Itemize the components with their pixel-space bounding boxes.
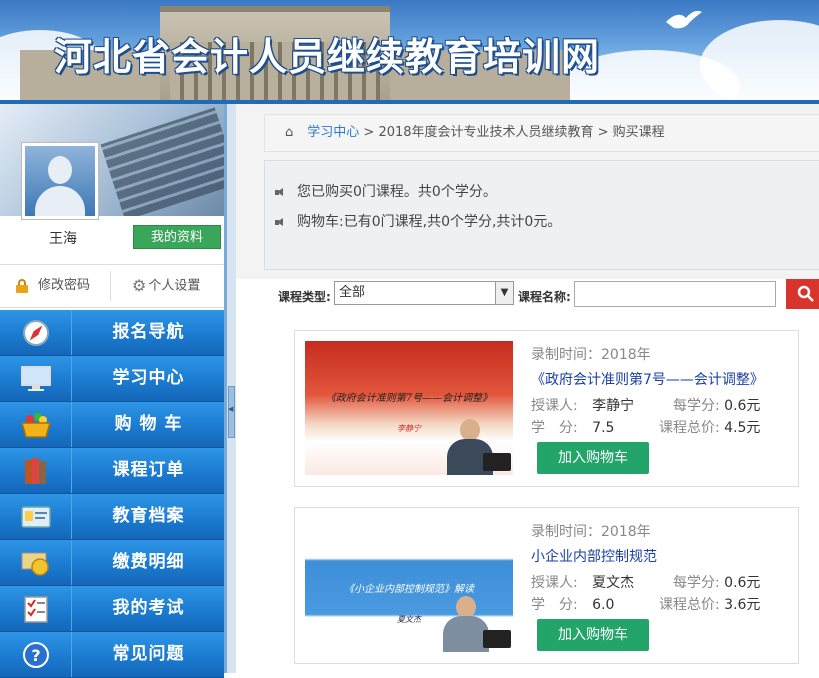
breadcrumb-current: > 2018年度会计专业技术人员继续教育 > 购买课程 — [359, 125, 665, 140]
teacher-row: 授课人: 夏文杰 每学分: 0.6元 — [531, 575, 761, 591]
sidebar-item-payment-details[interactable]: 缴费明细 — [0, 540, 224, 586]
compass-icon — [0, 310, 72, 355]
score-row: 学 分: 7.5 课程总价: 4.5元 — [531, 420, 761, 436]
sidebar-splitter — [224, 104, 236, 673]
sidebar-item-course-orders[interactable]: 课程订单 — [0, 448, 224, 494]
course-thumbnail[interactable]: 《小企业内部控制规范》解读 夏文杰 — [305, 518, 513, 652]
purchased-summary: 您已购买0门课程。共0个学分。 — [275, 181, 497, 201]
account-links: 修改密码 ⚙ 个人设置 — [0, 264, 224, 308]
home-icon[interactable]: ⌂ — [285, 125, 293, 140]
sidebar-menu: 报名导航 学习中心 购 物 车 课程订单 教育档案 缴费明细 我的考试 ? 常见… — [0, 310, 224, 678]
money-icon — [0, 540, 72, 585]
course-name-input[interactable] — [574, 281, 776, 307]
sidebar: 王海 我的资料 修改密码 ⚙ 个人设置 报名导航 学习中心 购 物 车 课程订单… — [0, 104, 224, 678]
dove-icon — [666, 10, 702, 29]
cart-summary: 购物车:已有0门课程,共0个学分,共计0元。 — [275, 211, 561, 231]
speaker-icon — [275, 217, 285, 227]
avatar — [21, 142, 99, 220]
my-profile-button[interactable]: 我的资料 — [133, 225, 221, 249]
id-card-icon — [0, 494, 72, 539]
main-content: ⌂ 学习中心 > 2018年度会计专业技术人员继续教育 > 购买课程 您已购买0门… — [236, 104, 819, 673]
chevron-down-icon: ▼ — [495, 282, 513, 304]
sidebar-item-shopping-cart[interactable]: 购 物 车 — [0, 402, 224, 448]
sidebar-item-education-records[interactable]: 教育档案 — [0, 494, 224, 540]
exam-checklist-icon — [0, 586, 72, 631]
record-time: 录制时间：2018年 — [531, 524, 651, 540]
search-button[interactable] — [786, 279, 819, 309]
course-type-label: 课程类型: — [278, 290, 331, 304]
speaker-icon — [275, 187, 285, 197]
add-to-cart-button[interactable]: 加入购物车 — [537, 619, 649, 651]
sidebar-item-registration-guide[interactable]: 报名导航 — [0, 310, 224, 356]
gear-icon: ⚙ — [132, 276, 147, 295]
course-name-label: 课程名称: — [518, 290, 571, 304]
sidebar-item-learning-center[interactable]: 学习中心 — [0, 356, 224, 402]
collapse-sidebar-handle[interactable] — [228, 386, 235, 438]
site-title: 河北省会计人员继续教育培训网 — [54, 34, 601, 79]
breadcrumb: ⌂ 学习中心 > 2018年度会计专业技术人员继续教育 > 购买课程 — [264, 114, 819, 152]
course-type-select[interactable]: 全部 ▼ — [334, 281, 514, 305]
course-filter: 课程类型: 全部 ▼ 课程名称: — [236, 279, 819, 313]
user-name: 王海 — [49, 231, 77, 247]
breadcrumb-learning-center[interactable]: 学习中心 — [307, 125, 359, 140]
course-list: 《政府会计准则第7号——会计调整》 李静宁 录制时间：2018年 《政府会计准则… — [236, 313, 819, 673]
search-icon — [797, 285, 814, 302]
monitor-icon — [0, 356, 72, 401]
books-icon — [0, 448, 72, 493]
shopping-basket-icon — [0, 402, 72, 447]
header-banner: 河北省会计人员继续教育培训网 — [0, 0, 819, 104]
course-card: 《小企业内部控制规范》解读 夏文杰 录制时间：2018年 小企业内部控制规范 授… — [294, 507, 799, 664]
sidebar-item-faq[interactable]: ? 常见问题 — [0, 632, 224, 678]
score-row: 学 分: 6.0 课程总价: 3.6元 — [531, 597, 761, 613]
course-card: 《政府会计准则第7号——会计调整》 李静宁 录制时间：2018年 《政府会计准则… — [294, 330, 799, 487]
question-icon: ? — [0, 632, 72, 677]
change-password-link[interactable]: 修改密码 — [16, 265, 90, 307]
course-title-link[interactable]: 小企业内部控制规范 — [531, 546, 657, 566]
teacher-row: 授课人: 李静宁 每学分: 0.6元 — [531, 398, 761, 414]
purchase-notice: 您已购买0门课程。共0个学分。 购物车:已有0门课程,共0个学分,共计0元。 — [264, 160, 819, 270]
sidebar-item-my-exams[interactable]: 我的考试 — [0, 586, 224, 632]
add-to-cart-button[interactable]: 加入购物车 — [537, 442, 649, 474]
lock-icon — [16, 278, 28, 293]
course-thumbnail[interactable]: 《政府会计准则第7号——会计调整》 李静宁 — [305, 341, 513, 475]
svg-text:?: ? — [31, 646, 40, 665]
record-time: 录制时间：2018年 — [531, 347, 651, 363]
personal-settings-link[interactable]: ⚙ 个人设置 — [132, 265, 200, 307]
course-title-link[interactable]: 《政府会计准则第7号——会计调整》 — [531, 369, 764, 389]
